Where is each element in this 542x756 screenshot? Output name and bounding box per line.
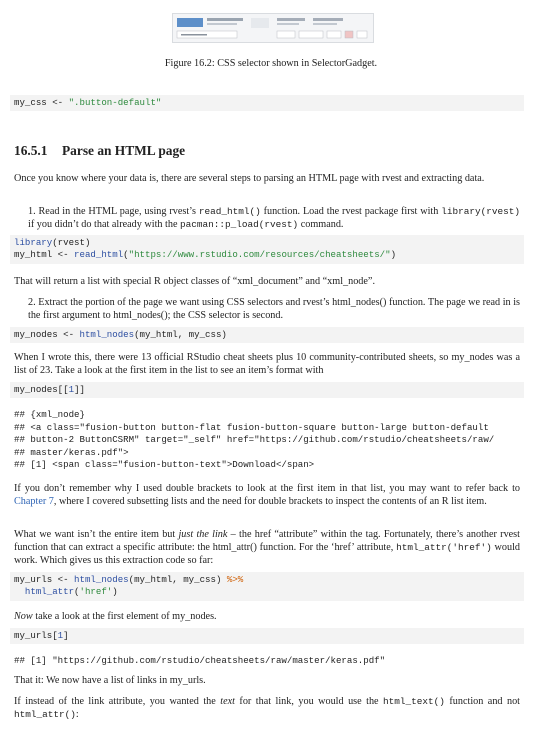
code-string: "https://www.rstudio.com/resources/cheat… — [128, 249, 391, 261]
code-bracket: [[ — [57, 384, 69, 395]
inline-code: html_attr() — [14, 708, 76, 720]
code-bracket: ]] — [74, 384, 85, 395]
paragraph-wrote: When I wrote this, there were 13 officia… — [14, 352, 520, 376]
code-block-first-item: my_nodes[[1]] — [10, 382, 524, 399]
output-line: ## <a class="fusion-button button-flat f… — [14, 421, 489, 433]
code-var: my_nodes — [14, 384, 58, 395]
code-args: (my_html, my_css) — [128, 574, 227, 585]
text: function and not — [444, 696, 520, 707]
code-block-css: my_css <- ".button-default" — [10, 95, 524, 112]
code-string: ".button-default" — [68, 97, 162, 108]
code-function: html_nodes — [74, 574, 129, 585]
list-item-step2: 2. Extract the portion of the page we wa… — [28, 297, 520, 323]
code-function: html_attr — [24, 586, 75, 598]
emphasis: Now — [14, 611, 33, 622]
section-number: 16.5.1 — [14, 143, 48, 158]
code-block-urls: my_urls <- html_nodes(my_html, my_css) %… — [10, 572, 524, 601]
code-var: my_nodes — [14, 329, 58, 340]
code-var: my_css — [14, 97, 47, 108]
inline-code: html_text() — [383, 696, 445, 707]
code-output-node: ## {xml_node} ## <a class="fusion-button … — [14, 409, 528, 472]
section-heading: 16.5.1 Parse an HTML page — [14, 143, 185, 159]
figure-caption: Figure 16.2: CSS selector shown in Selec… — [164, 58, 378, 69]
emphasis: text — [220, 696, 235, 707]
output-line: ## button-2 ButtonCSRM" target="_self" h… — [14, 434, 495, 446]
code-output-url: ## [1] "https://github.com/rstudio/cheat… — [14, 655, 386, 666]
output-line: ## [1] <span class="fusion-button-text">… — [14, 459, 315, 471]
output-line: ## master/keras.pdf"> — [14, 446, 129, 458]
code-var: my_html — [14, 249, 53, 261]
inline-code: library(rvest) — [441, 206, 520, 217]
text: take a look at the first element of my_n… — [32, 611, 217, 622]
text: If instead of the link attribute, you wa… — [14, 696, 221, 707]
code-assign: <- — [52, 574, 75, 585]
step-text: if you didn’t do that already with the — [28, 218, 181, 230]
code-assign: <- — [46, 97, 69, 108]
code-args: (rvest) — [52, 237, 91, 248]
code-block-first-url: my_urls[1] — [10, 628, 524, 645]
code-var: my_urls — [14, 574, 53, 585]
paragraph-what: What we want isn’t the entire item but j… — [14, 529, 520, 567]
code-paren: ) — [390, 249, 397, 261]
step-text: Read in the HTML page, using rvest’s — [35, 206, 199, 217]
output-line: ## {xml_node} — [14, 409, 85, 420]
text: , where I covered subsetting lists and t… — [53, 495, 487, 507]
step-number: 2. — [28, 297, 36, 308]
list-item-step1: 1. Read in the HTML page, using rvest’s … — [28, 206, 520, 232]
selectorgadget-screenshot — [172, 13, 374, 43]
code-bracket: ] — [63, 630, 69, 641]
code-args: (my_html, my_css) — [134, 329, 227, 340]
emphasis: just the link — [178, 529, 228, 540]
code-function: html_nodes — [79, 329, 135, 340]
step-text: Extract the portion of the page we want … — [28, 297, 520, 321]
text: for that link, you would use the — [234, 696, 384, 707]
inline-code: read_html() — [198, 206, 261, 217]
paragraph-brackets: If you don’t remember why I used double … — [14, 483, 520, 509]
paragraph-intro: Once you know where your data is, there … — [14, 173, 485, 184]
paragraph-instead: If instead of the link attribute, you wa… — [14, 696, 520, 722]
paragraph-return: That will return a list with special R o… — [14, 276, 375, 287]
step-number: 1. — [28, 206, 36, 217]
text: What we want isn’t the entire item but — [14, 529, 179, 540]
step-text: command. — [298, 218, 344, 230]
paragraph-that-it: That it: We now have a list of links in … — [14, 675, 206, 686]
code-pipe: %>% — [226, 574, 244, 585]
text: : — [75, 708, 79, 720]
code-assign: <- — [57, 329, 80, 340]
code-block-read-html: library(rvest) my_html <- read_html("htt… — [10, 235, 524, 264]
section-title: Parse an HTML page — [62, 143, 186, 158]
code-block-nodes: my_nodes <- html_nodes(my_html, my_css) — [10, 327, 524, 344]
inline-code: html_attr('href') — [396, 541, 492, 553]
chapter-7-link[interactable]: Chapter 7 — [14, 496, 54, 507]
code-string: 'href' — [79, 586, 113, 598]
text: If you don’t remember why I used double … — [14, 483, 520, 494]
code-function: read_html — [74, 249, 124, 261]
screenshot-image — [176, 18, 368, 39]
code-var: my_urls — [14, 630, 53, 641]
step-text: function. Load the rvest package first w… — [260, 206, 442, 217]
code-function: library — [14, 237, 53, 248]
paragraph-now: Now take a look at the first element of … — [14, 611, 520, 624]
code-paren: ) — [112, 586, 118, 598]
code-assign: <- — [52, 249, 75, 261]
inline-code: pacman::p_load(rvest) — [180, 218, 299, 230]
